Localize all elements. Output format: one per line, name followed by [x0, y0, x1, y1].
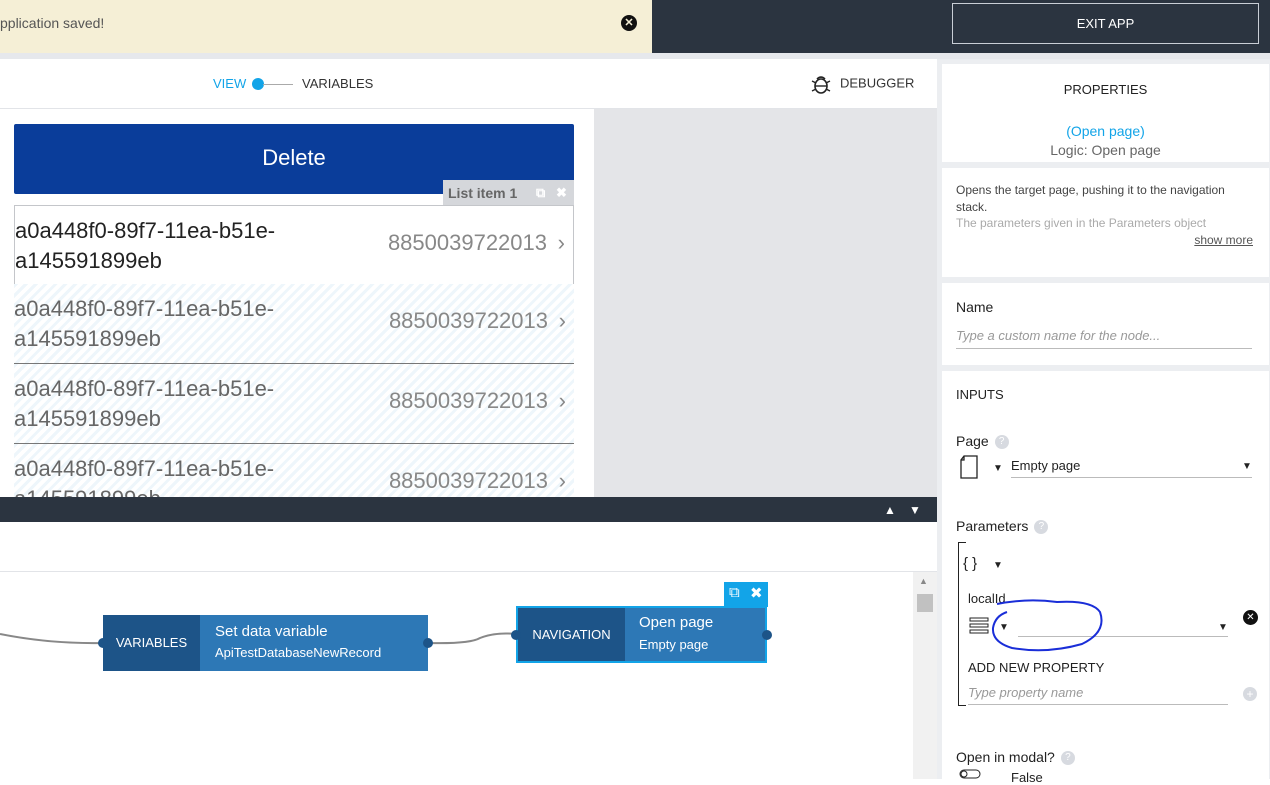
annotation-scribble — [991, 599, 1103, 652]
list-item-number: 8850039722013 — [388, 468, 548, 493]
copy-icon[interactable]: ⧉ — [729, 584, 740, 601]
help-icon[interactable]: ? — [1034, 520, 1049, 535]
save-toast: pplication saved! ✕ — [0, 0, 652, 53]
node-connections — [0, 632, 517, 645]
modal-label: Open in modal?? — [956, 749, 1075, 766]
node-link[interactable]: (Open page) — [942, 123, 1269, 139]
output-port[interactable] — [762, 630, 772, 640]
close-icon[interactable]: ✖ — [556, 185, 567, 201]
node-title: Open page — [639, 614, 714, 631]
toggle-icon — [959, 769, 981, 779]
list-item-id: a0a448f0-89f7-11ea-b51e-a145591899eb — [14, 456, 275, 497]
collapse-down-icon[interactable]: ▼ — [909, 503, 921, 517]
chevron-down-icon[interactable]: ▼ — [993, 463, 1003, 474]
properties-header-card: PROPERTIES (Open page) Logic: Open page — [942, 64, 1269, 162]
node-description: Opens the target page, pushing it to the… — [956, 183, 1225, 214]
tab-variables[interactable]: VARIABLES — [302, 76, 373, 91]
view-toggle-track[interactable] — [263, 84, 293, 85]
help-icon[interactable]: ? — [1060, 751, 1075, 766]
logic-type: Logic: Open page — [1050, 142, 1161, 158]
list-item-id: a0a448f0-89f7-11ea-b51e-a145591899eb — [15, 218, 276, 273]
input-port[interactable] — [511, 630, 521, 640]
list-item-number: 8850039722013 — [388, 308, 548, 333]
inputs-card: INPUTS Page? ▼ Empty page ▼ Parameters? … — [942, 371, 1269, 785]
logic-toolbar — [0, 522, 937, 572]
output-port[interactable] — [423, 638, 433, 648]
property-name-underline — [968, 704, 1228, 705]
bug-icon — [811, 76, 831, 94]
app-canvas: Delete a0a448f0-89f7-11ea-b51e-a14559189… — [0, 109, 594, 497]
chevron-down-icon[interactable]: ▼ — [1218, 622, 1228, 633]
debugger-label: DEBUGGER — [840, 75, 915, 91]
open-page-node[interactable]: NAVIGATION Open page Empty page — [511, 606, 772, 663]
exit-app-button[interactable]: EXIT APP — [952, 3, 1259, 44]
selected-element-name: List item 1 — [448, 185, 518, 201]
toast-message: pplication saved! — [0, 15, 105, 31]
logic-canvas[interactable]: VARIABLES Set data variable ApiTestDatab… — [0, 572, 913, 779]
list-item-id: a0a448f0-89f7-11ea-b51e-a145591899eb — [14, 296, 275, 351]
list-item[interactable]: a0a448f0-89f7-11ea-b51e-a145591899eb 885… — [14, 364, 574, 444]
page-underline — [1011, 477, 1252, 478]
list-item[interactable]: a0a448f0-89f7-11ea-b51e-a145591899eb 885… — [14, 444, 574, 497]
properties-title: PROPERTIES — [1063, 82, 1148, 97]
list-item-id: a0a448f0-89f7-11ea-b51e-a145591899eb — [14, 376, 275, 431]
node-subtitle: ApiTestDatabaseNewRecord — [215, 645, 382, 660]
name-card: Name Type a custom name for the node... — [942, 283, 1269, 365]
name-input[interactable]: Type a custom name for the node... — [956, 328, 1160, 343]
page-icon — [960, 455, 978, 479]
modal-select[interactable]: False — [1011, 770, 1043, 785]
input-port[interactable] — [98, 638, 108, 648]
chevron-down-icon[interactable]: ▼ — [1242, 461, 1252, 472]
object-icon: { } — [963, 555, 978, 572]
property-name-input[interactable]: Type property name — [968, 685, 1083, 700]
close-icon[interactable]: ✕ — [1243, 610, 1258, 625]
canvas-background — [594, 109, 937, 497]
list-item[interactable]: a0a448f0-89f7-11ea-b51e-a145591899eb 885… — [14, 205, 574, 285]
debugger-button[interactable]: DEBUGGER — [810, 74, 914, 94]
name-label: Name — [956, 299, 994, 315]
scroll-up-icon[interactable]: ▲ — [919, 576, 928, 586]
parameters-label: Parameters? — [956, 518, 1049, 535]
list-item[interactable]: a0a448f0-89f7-11ea-b51e-a145591899eb 885… — [14, 284, 574, 364]
node-description-more: The parameters given in the Parameters o… — [956, 216, 1207, 230]
name-underline — [956, 348, 1252, 349]
list-item-number: 8850039722013 — [388, 388, 548, 413]
node-category: VARIABLES — [103, 615, 200, 671]
node-subtitle: Empty page — [639, 637, 709, 652]
help-icon[interactable]: ? — [994, 435, 1009, 450]
scroll-thumb[interactable] — [917, 594, 933, 612]
show-more-link[interactable]: show more — [1194, 233, 1253, 247]
view-tabs: VIEW VARIABLES DEBUGGER — [0, 59, 937, 109]
node-toolbar: ⧉ ✖ — [724, 582, 768, 607]
node-category: NAVIGATION — [518, 608, 625, 661]
close-icon[interactable]: ✕ — [621, 15, 637, 31]
panel-splitter[interactable]: ▲ ▼ — [0, 497, 937, 522]
node-title: Set data variable — [215, 623, 328, 640]
add-property-label: ADD NEW PROPERTY — [968, 660, 1105, 675]
tab-view[interactable]: VIEW — [213, 76, 246, 91]
selected-element-label: List item 1 ⧉ ✖ — [443, 180, 574, 205]
inputs-header: INPUTS — [956, 387, 1004, 402]
collapse-up-icon[interactable]: ▲ — [884, 503, 896, 517]
page-select[interactable]: Empty page — [1011, 458, 1080, 473]
chevron-right-icon: › — [558, 308, 566, 333]
set-variable-node[interactable]: VARIABLES Set data variable ApiTestDatab… — [98, 615, 433, 671]
chevron-right-icon: › — [558, 468, 566, 493]
list-item-number: 8850039722013 — [387, 230, 547, 255]
logic-scrollbar[interactable]: ▲ — [913, 572, 937, 779]
description-card: Opens the target page, pushing it to the… — [942, 168, 1269, 277]
add-icon[interactable]: + — [1243, 687, 1257, 701]
copy-icon[interactable]: ⧉ — [536, 185, 545, 201]
page-label: Page? — [956, 433, 1009, 450]
top-bar: pplication saved! ✕ EXIT APP — [0, 0, 1270, 53]
chevron-right-icon: › — [557, 230, 565, 255]
properties-panel: PROPERTIES (Open page) Logic: Open page … — [937, 59, 1270, 785]
close-icon[interactable]: ✖ — [750, 584, 763, 602]
chevron-down-icon[interactable]: ▼ — [993, 560, 1003, 571]
chevron-right-icon: › — [558, 388, 566, 413]
